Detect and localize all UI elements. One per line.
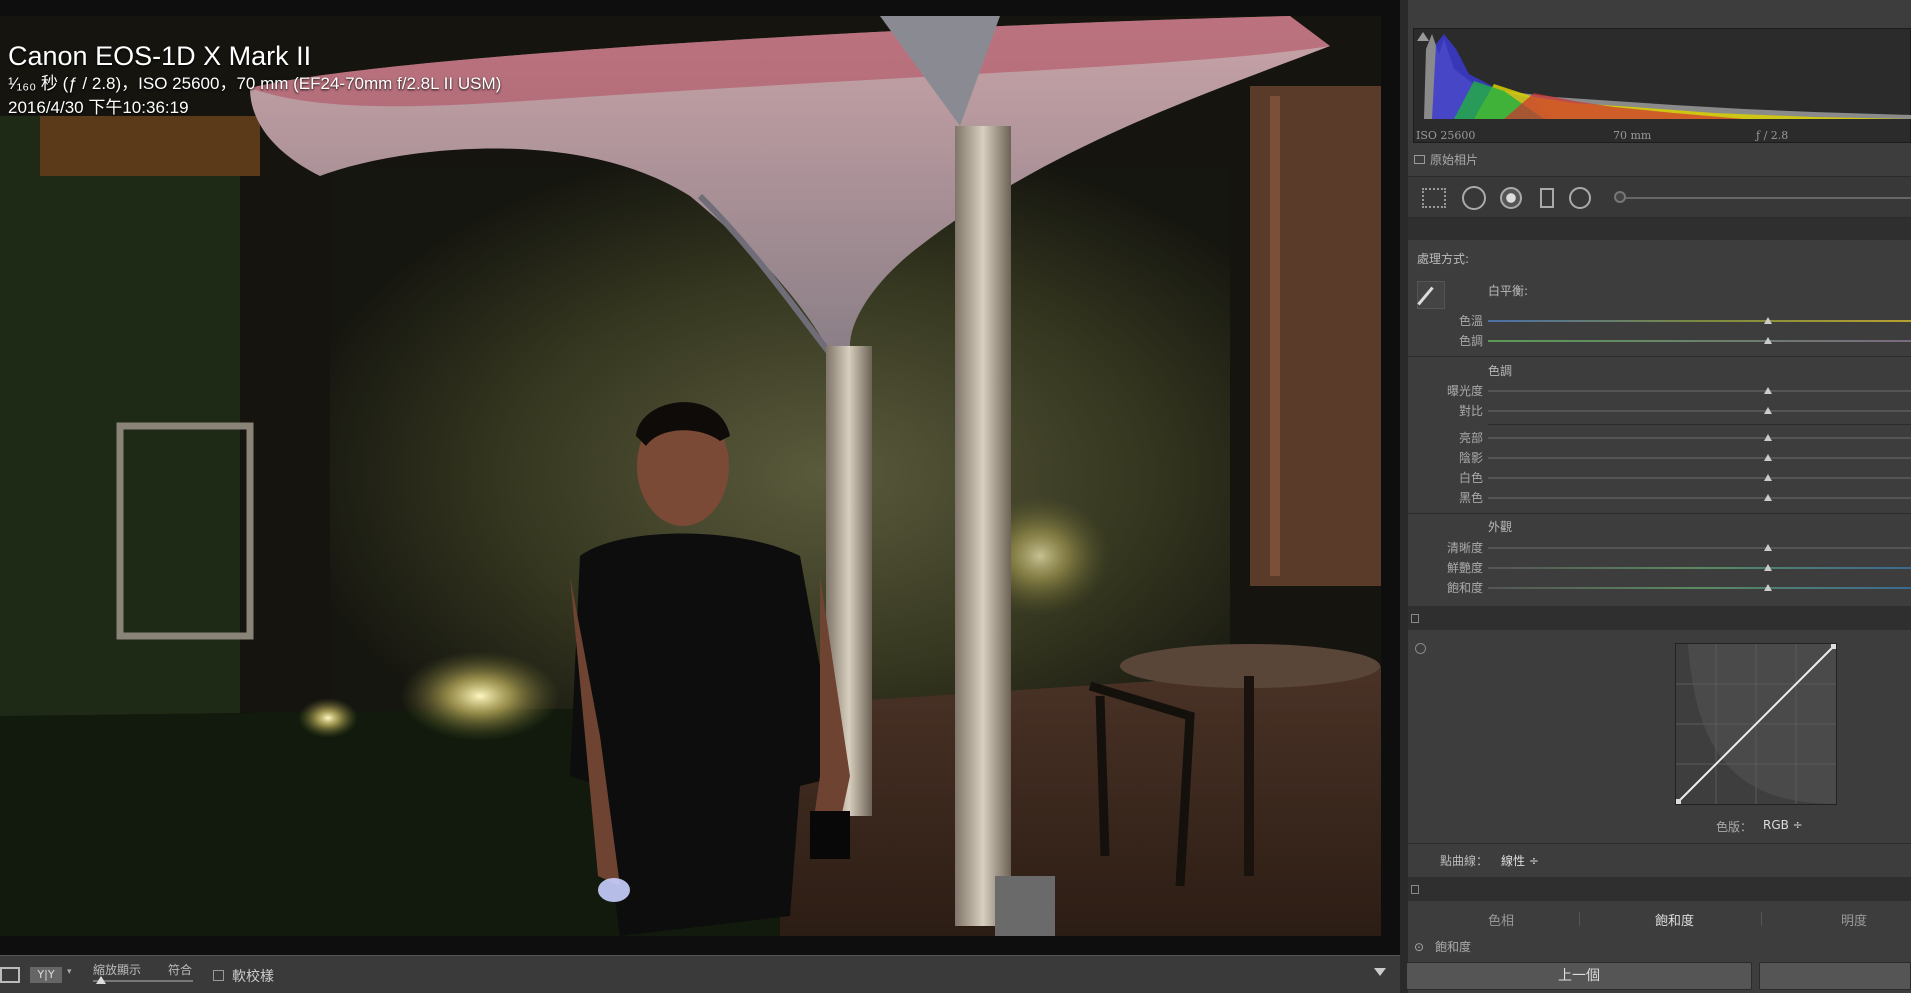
point-curve-select[interactable]: 線性 ÷ [1501, 852, 1539, 869]
slider-thumb[interactable] [1764, 564, 1772, 571]
treatment-label: 處理方式: [1417, 252, 1470, 266]
original-photo-label: 原始相片 [1430, 153, 1479, 167]
clarity-label: 清晰度 [1446, 541, 1483, 555]
tone-curve-graph[interactable] [1675, 643, 1837, 805]
contrast-slider[interactable] [1488, 407, 1911, 414]
highlights-slider[interactable] [1488, 434, 1911, 441]
target-adjust-icon[interactable] [1415, 643, 1426, 654]
camera-model-text: Canon EOS-1D X Mark II [8, 41, 312, 71]
histogram-iso: ISO 25600 [1416, 129, 1476, 142]
saturation-label: 飽和度 [1446, 581, 1483, 595]
previous-button[interactable]: 上一個 [1406, 962, 1752, 990]
zoom-slider[interactable] [93, 976, 193, 984]
presence-title: 外觀 [1488, 520, 1513, 534]
tone-curve-svg [1676, 644, 1836, 804]
radial-filter-icon[interactable] [1569, 187, 1591, 209]
temp-label: 色溫 [1458, 314, 1483, 328]
softproof-checkbox[interactable] [213, 970, 224, 981]
tool-strip [1408, 176, 1911, 218]
hsl-saturation-section-label: 飽和度 [1435, 940, 1472, 954]
divider [1408, 843, 1911, 844]
temp-slider[interactable] [1488, 317, 1911, 324]
spot-removal-icon[interactable] [1462, 186, 1486, 210]
graduated-filter-icon[interactable] [1540, 188, 1554, 208]
adjustment-brush-slider[interactable] [1614, 191, 1911, 203]
histogram-focal-length: 70 mm [1613, 129, 1652, 142]
wb-selector-button[interactable] [1417, 281, 1445, 309]
bottom-toolbar: Y|Y ▾ 縮放顯示 符合 軟校樣 [0, 955, 1400, 993]
white-balance-label: 白平衡: [1488, 284, 1529, 298]
zoom-value[interactable]: 符合 [168, 961, 192, 978]
highlights-label: 亮部 [1458, 431, 1483, 445]
brush-slider-thumb[interactable] [1614, 191, 1626, 203]
slider-thumb[interactable] [1764, 584, 1772, 591]
target-adjust-icon[interactable]: ⊙ [1414, 940, 1424, 954]
point-curve-label: 點曲線： [1440, 854, 1489, 868]
lightroom-develop-window: Canon EOS-1D X Mark II ¹⁄₁₆₀ 秒 (ƒ / 2.8)… [0, 0, 1911, 993]
reset-button[interactable] [1759, 962, 1911, 990]
whites-slider[interactable] [1488, 474, 1911, 481]
exposure-label: 曝光度 [1446, 384, 1483, 398]
blacks-label: 黑色 [1458, 491, 1483, 505]
exposure-settings-text: ¹⁄₁₆₀ 秒 (ƒ / 2.8)，ISO 25600，70 mm (EF24-… [8, 74, 502, 93]
channel-select[interactable]: RGB ÷ [1763, 818, 1803, 832]
tab-saturation[interactable]: 飽和度 [1655, 910, 1694, 929]
slider-thumb[interactable] [1764, 337, 1772, 344]
divider [1488, 424, 1911, 425]
tint-label: 色調 [1458, 334, 1483, 348]
capture-date-text: 2016/4/30 下午10:36:19 [8, 98, 189, 117]
photo-image [0, 16, 1381, 936]
vibrance-slider[interactable] [1488, 564, 1911, 571]
basic-panel-header[interactable] [1408, 218, 1911, 240]
shadows-slider[interactable] [1488, 454, 1911, 461]
slider-thumb[interactable] [1764, 474, 1772, 481]
loupe-view-button[interactable] [0, 967, 20, 983]
develop-panel: ISO 25600 70 mm ƒ / 2.8 原始相片 處理方式: 白平衡: … [1400, 0, 1911, 993]
channel-label: 色版： [1716, 820, 1753, 834]
divider [1408, 513, 1911, 514]
photo-info-overlay: Canon EOS-1D X Mark II ¹⁄₁₆₀ 秒 (ƒ / 2.8)… [8, 40, 501, 120]
slider-thumb[interactable] [1764, 454, 1772, 461]
panel-toggle-icon[interactable] [1411, 614, 1419, 623]
toolbar-menu-chevron-icon[interactable] [1374, 968, 1386, 976]
shadows-label: 陰影 [1458, 451, 1483, 465]
slider-thumb[interactable] [1764, 544, 1772, 551]
whites-label: 白色 [1458, 471, 1483, 485]
hsl-panel-header[interactable] [1408, 877, 1911, 901]
slider-thumb[interactable] [1764, 317, 1772, 324]
tab-luminance[interactable]: 明度 [1841, 910, 1867, 929]
eyedropper-icon [1417, 286, 1434, 306]
softproof-label: 軟校樣 [232, 969, 274, 985]
zoom-slider-thumb[interactable] [96, 976, 106, 984]
crop-icon[interactable] [1422, 188, 1446, 208]
before-after-view-button[interactable]: Y|Y [30, 967, 62, 983]
blacks-slider[interactable] [1488, 494, 1911, 501]
tab-hue[interactable]: 色相 [1488, 910, 1514, 929]
tab-divider [1579, 912, 1580, 926]
contrast-label: 對比 [1458, 404, 1483, 418]
slider-thumb[interactable] [1764, 434, 1772, 441]
photo-canvas[interactable]: Canon EOS-1D X Mark II ¹⁄₁₆₀ 秒 (ƒ / 2.8)… [0, 16, 1381, 936]
divider [1408, 356, 1911, 357]
vibrance-label: 鮮艷度 [1446, 561, 1483, 575]
saturation-slider[interactable] [1488, 584, 1911, 591]
slider-thumb[interactable] [1764, 387, 1772, 394]
chevron-down-icon[interactable]: ▾ [67, 967, 72, 977]
red-eye-icon[interactable] [1500, 187, 1522, 209]
exposure-slider[interactable] [1488, 387, 1911, 394]
clarity-slider[interactable] [1488, 544, 1911, 551]
slider-thumb[interactable] [1764, 494, 1772, 501]
panel-toggle-icon[interactable] [1411, 885, 1419, 894]
tab-divider [1761, 912, 1762, 926]
photo-viewer: Canon EOS-1D X Mark II ¹⁄₁₆₀ 秒 (ƒ / 2.8)… [0, 0, 1400, 955]
hsl-tabs: 色相 飽和度 明度 [1408, 904, 1911, 932]
histogram-graph [1424, 34, 1911, 119]
tone-title: 色調 [1488, 364, 1513, 378]
original-photo-checkbox[interactable] [1414, 155, 1425, 164]
tone-curve-header[interactable] [1408, 606, 1911, 630]
histogram-aperture: ƒ / 2.8 [1756, 129, 1789, 142]
slider-thumb[interactable] [1764, 407, 1772, 414]
histogram[interactable]: ISO 25600 70 mm ƒ / 2.8 [1413, 28, 1911, 143]
tint-slider[interactable] [1488, 337, 1911, 344]
